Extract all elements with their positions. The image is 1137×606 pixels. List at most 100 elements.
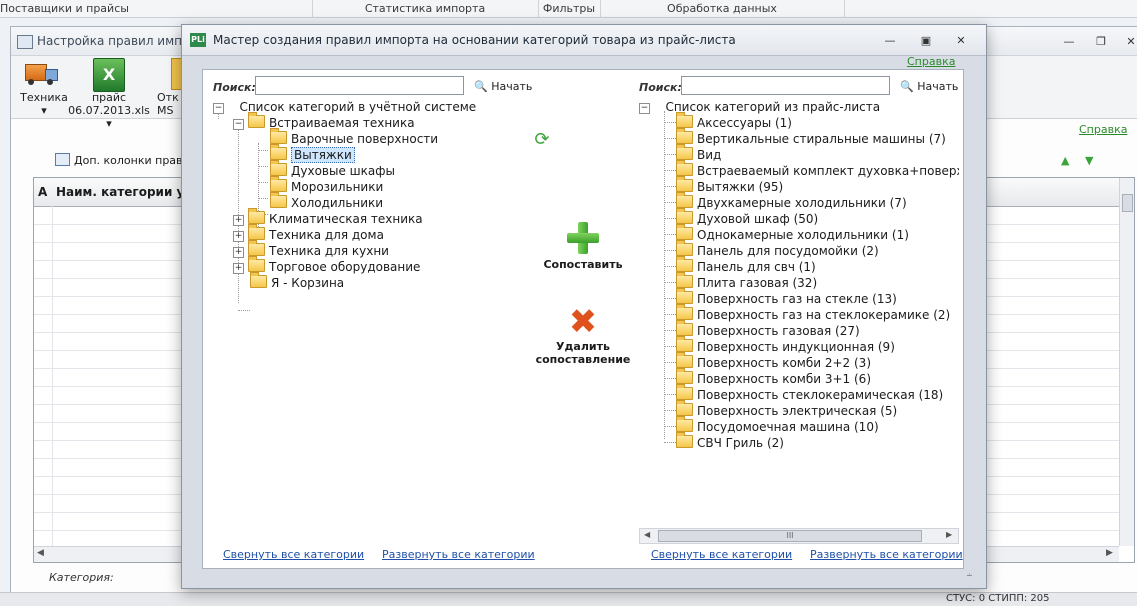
tree-group-builtin[interactable]: − Встраиваемая техника [233,112,415,131]
pricelist-category-item[interactable]: Панель для свч (1) [676,256,816,275]
pricelist-category-item[interactable]: Поверхность газ на стекле (13) [676,288,897,307]
collapse-icon[interactable]: − [233,119,244,130]
restore-icon[interactable]: ❐ [1093,34,1109,50]
dialog-minimize-icon[interactable]: — [882,33,898,49]
move-up-icon[interactable]: ▲ [1061,154,1069,167]
dialog-close-icon[interactable]: ✕ [953,33,969,49]
tree-group-trade[interactable]: + Торговое оборудование [233,256,420,275]
folder-icon [676,144,693,160]
pricelist-category-item[interactable]: Поверхность комби 3+1 (6) [676,368,871,387]
dialog-help-link[interactable]: Справка [907,55,955,68]
pricelist-category-label: Плита газовая (32) [697,276,818,290]
pricelist-button[interactable]: прайс 06.07.2013.xls ▾ [67,91,151,130]
right-collapse-all-link[interactable]: Свернуть все категории [651,548,792,561]
grid-vertical-scrollbar[interactable] [1119,178,1134,546]
tab-suppliers[interactable]: Поставщики и прайсы [0,0,313,17]
expand-icon[interactable]: + [233,247,244,258]
pricelist-category-item[interactable]: Плита газовая (32) [676,272,818,291]
pricelist-category-label: Вид [697,148,722,162]
pricelist-category-item[interactable]: Панель для посудомойки (2) [676,240,879,259]
table-icon [55,153,70,166]
pricelist-category-label: Вытяжки (95) [697,180,784,194]
pricelist-category-label: Посудомоечная машина (10) [697,420,879,434]
tree-item-hobs[interactable]: Варочные поверхности [270,128,438,147]
left-search-button[interactable]: 🔍 Начать [474,80,532,93]
folder-icon [270,192,287,208]
pricelist-category-label: Двухкамерные холодильники (7) [697,196,907,210]
pricelist-category-label: Поверхность электрическая (5) [697,404,898,418]
pricelist-category-item[interactable]: Встраеваемый комплект духовка+поверхност [676,160,959,179]
delete-mapping-button[interactable]: ✖ Удалить сопоставление [533,305,633,366]
pricelist-category-item[interactable]: СВЧ Гриль (2) [676,432,784,451]
pricelist-category-item[interactable]: Вытяжки (95) [676,176,784,195]
pricelist-category-item[interactable]: Духовой шкаф (50) [676,208,819,227]
pricelist-category-item[interactable]: Поверхность стеклокерамическая (18) [676,384,943,403]
pricelist-category-item[interactable]: Двухкамерные холодильники (7) [676,192,907,211]
column-header-a[interactable]: А [38,185,47,199]
left-expand-all-link[interactable]: Развернуть все категории [382,548,535,561]
folder-icon [676,160,693,176]
tab-filters[interactable]: Фильтры [538,0,601,17]
tree-group-climate[interactable]: + Климатическая техника [233,208,423,227]
minimize-icon[interactable]: — [1061,34,1077,50]
pricelist-category-label: Поверхность газ на стекле (13) [697,292,897,306]
pricelist-category-label: Поверхность газовая (27) [697,324,860,338]
left-search-input[interactable] [255,76,464,95]
move-down-icon[interactable]: ▼ [1085,154,1093,167]
folder-icon [270,128,287,144]
dialog-body: Поиск: 🔍 Начать Поиск: 🔍 Начать − Список… [202,69,964,569]
pricelist-category-item[interactable]: Однокамерные холодильники (1) [676,224,909,243]
tree-group-basket[interactable]: Я - Корзина [250,272,344,291]
tab-import-stats[interactable]: Статистика импорта [312,0,539,17]
collapse-icon[interactable]: − [639,103,650,114]
tree-item-fridges[interactable]: Холодильники [270,192,383,211]
scroll-left-icon[interactable]: ◀ [644,530,650,539]
match-button[interactable]: Сопоставить [538,222,628,271]
left-search-label: Поиск: [213,81,256,94]
right-search-input[interactable] [681,76,890,95]
collapse-icon[interactable]: − [213,103,224,114]
scroll-thumb[interactable]: III [658,530,922,542]
expand-icon[interactable]: + [233,231,244,242]
tab-data-processing[interactable]: Обработка данных [600,0,845,17]
expand-icon[interactable]: + [233,215,244,226]
column-header-category[interactable]: Наим. категории уч. [56,185,197,199]
pricelist-category-item[interactable]: Вертикальные стиральные машины (7) [676,128,946,147]
pricelist-category-item[interactable]: Аксессуары (1) [676,112,792,131]
left-collapse-all-link[interactable]: Свернуть все категории [223,548,364,561]
pricelist-category-item[interactable]: Посудомоечная машина (10) [676,416,879,435]
tree-item-ovens[interactable]: Духовые шкафы [270,160,395,179]
close-icon[interactable]: ✕ [1123,34,1137,50]
folder-icon [676,336,693,352]
resize-grip-icon[interactable]: ∸ [966,571,973,580]
pricelist-horizontal-scrollbar[interactable]: ◀ III ▶ [639,528,959,544]
refresh-icon[interactable]: ⟳ [533,131,551,149]
right-expand-all-link[interactable]: Развернуть все категории [810,548,963,561]
folder-icon [248,256,265,272]
pricelist-category-item[interactable]: Поверхность индукционная (9) [676,336,895,355]
right-search-button[interactable]: 🔍 Начать [900,80,958,93]
scroll-right-icon[interactable]: ▶ [946,530,952,539]
dialog-maximize-icon[interactable]: ▣ [918,33,934,49]
import-wizard-dialog: PLi Мастер создания правил импорта на ос… [181,24,987,589]
pricelist-category-label: Поверхность комби 3+1 (6) [697,372,871,386]
folder-icon [676,368,693,384]
tree-item-freezers[interactable]: Морозильники [270,176,383,195]
equipment-button[interactable]: Техника ▾ [15,91,73,117]
expand-icon[interactable]: + [233,263,244,274]
pricelist-category-item[interactable]: Поверхность комби 2+2 (3) [676,352,871,371]
tree-item-hoods[interactable]: Вытяжки [270,144,355,163]
truck-icon [25,62,59,85]
folder-icon [676,352,693,368]
folder-icon [676,320,693,336]
top-ribbon-tabs: Поставщики и прайсы Статистика импорта Ф… [0,0,1137,18]
magnifier-icon: 🔍 [900,80,914,93]
add-plus-icon [567,222,599,254]
pricelist-category-item[interactable]: Поверхность электрическая (5) [676,400,898,419]
right-search-label: Поиск: [639,81,682,94]
pricelist-category-label: Духовой шкаф (50) [697,212,819,226]
help-link[interactable]: Справка [1079,123,1127,136]
pricelist-category-item[interactable]: Поверхность газ на стеклокерамике (2) [676,304,950,323]
pricelist-category-item[interactable]: Поверхность газовая (27) [676,320,860,339]
extra-columns-button[interactable]: Доп. колонки правил [55,153,197,167]
